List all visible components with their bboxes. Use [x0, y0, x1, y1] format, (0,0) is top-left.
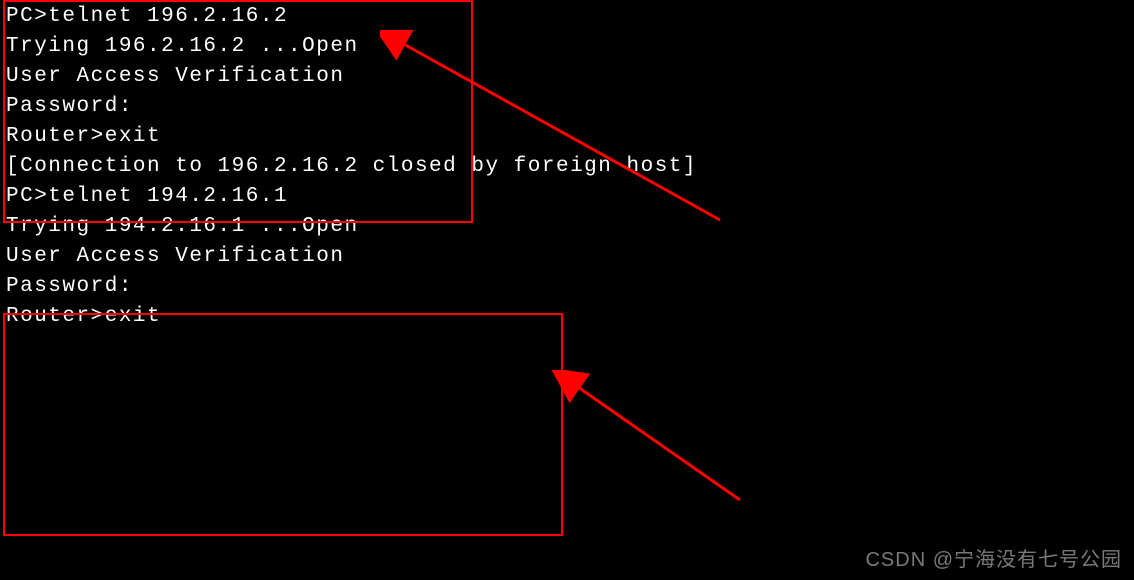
- terminal-line: User Access Verification: [6, 242, 1128, 272]
- terminal-line: [Connection to 196.2.16.2 closed by fore…: [6, 152, 1128, 182]
- terminal-line: PC>telnet 196.2.16.2: [6, 2, 1128, 32]
- terminal-line: Password:: [6, 92, 1128, 122]
- watermark-text: CSDN @宁海没有七号公园: [865, 543, 1122, 572]
- terminal-line: User Access Verification: [6, 62, 1128, 92]
- terminal-line: Router>exit: [6, 302, 1128, 332]
- terminal-line: PC>telnet 194.2.16.1: [6, 182, 1128, 212]
- terminal-line: Trying 194.2.16.1 ...Open: [6, 212, 1128, 242]
- terminal-output[interactable]: PC>telnet 196.2.16.2 Trying 196.2.16.2 .…: [0, 0, 1134, 334]
- terminal-line: Router>exit: [6, 122, 1128, 152]
- annotation-arrow-2: [510, 370, 760, 520]
- terminal-line: Trying 196.2.16.2 ...Open: [6, 32, 1128, 62]
- annotation-box-2: [3, 313, 563, 536]
- terminal-line: Password:: [6, 272, 1128, 302]
